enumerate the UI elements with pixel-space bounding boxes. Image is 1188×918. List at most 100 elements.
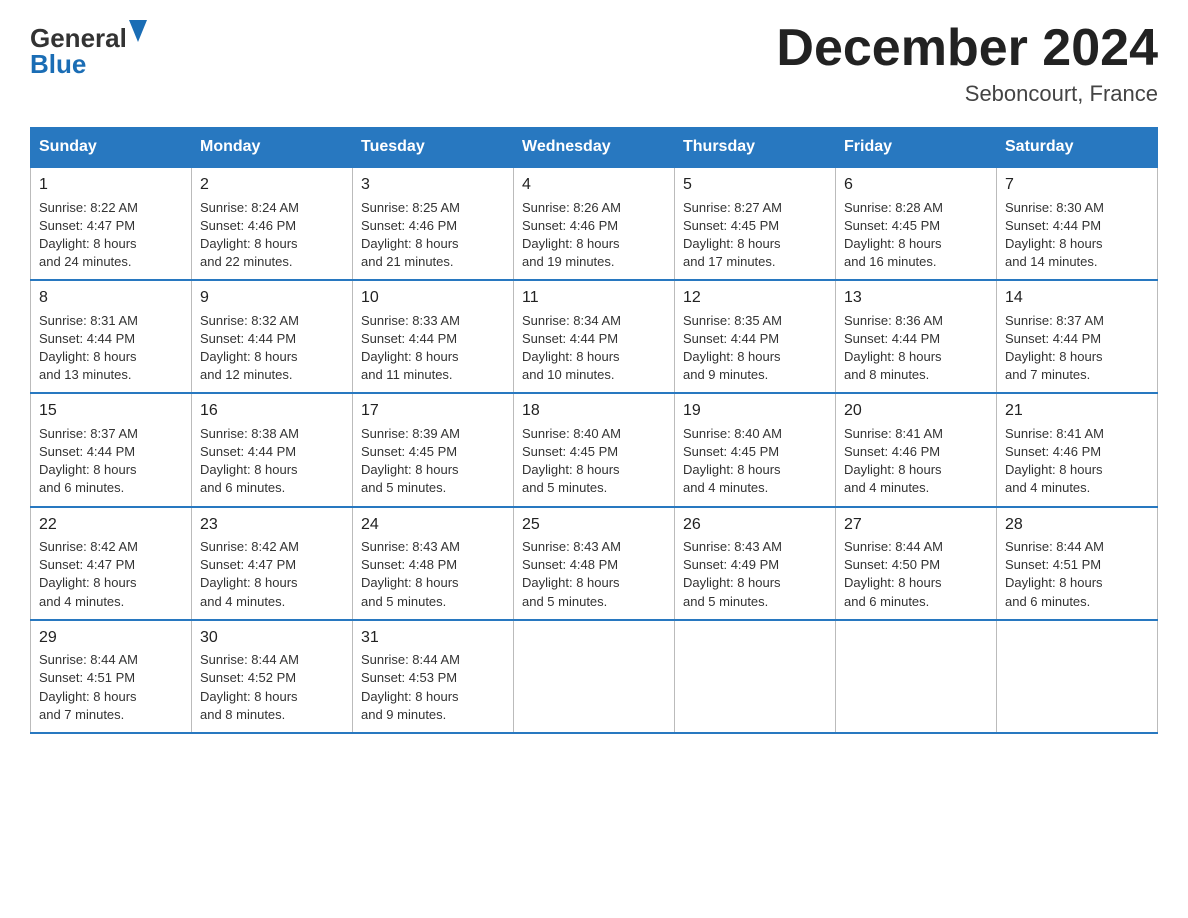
day-number: 3 [361,174,505,196]
table-row: 11 Sunrise: 8:34 AM Sunset: 4:44 PM Dayl… [514,280,675,393]
day-details: Sunrise: 8:37 AM Sunset: 4:44 PM Dayligh… [39,425,183,498]
day-number: 5 [683,174,827,196]
day-details: Sunrise: 8:43 AM Sunset: 4:48 PM Dayligh… [522,538,666,611]
table-row: 16 Sunrise: 8:38 AM Sunset: 4:44 PM Dayl… [192,393,353,506]
day-number: 12 [683,287,827,309]
table-row: 30 Sunrise: 8:44 AM Sunset: 4:52 PM Dayl… [192,620,353,733]
day-details: Sunrise: 8:42 AM Sunset: 4:47 PM Dayligh… [200,538,344,611]
table-row: 31 Sunrise: 8:44 AM Sunset: 4:53 PM Dayl… [353,620,514,733]
table-row [836,620,997,733]
day-details: Sunrise: 8:33 AM Sunset: 4:44 PM Dayligh… [361,312,505,385]
calendar-week-row: 22 Sunrise: 8:42 AM Sunset: 4:47 PM Dayl… [31,507,1158,620]
day-number: 24 [361,514,505,536]
day-details: Sunrise: 8:40 AM Sunset: 4:45 PM Dayligh… [522,425,666,498]
day-number: 21 [1005,400,1149,422]
day-number: 8 [39,287,183,309]
day-details: Sunrise: 8:39 AM Sunset: 4:45 PM Dayligh… [361,425,505,498]
day-details: Sunrise: 8:31 AM Sunset: 4:44 PM Dayligh… [39,312,183,385]
day-details: Sunrise: 8:22 AM Sunset: 4:47 PM Dayligh… [39,199,183,272]
day-number: 19 [683,400,827,422]
table-row: 7 Sunrise: 8:30 AM Sunset: 4:44 PM Dayli… [997,167,1158,280]
table-row: 21 Sunrise: 8:41 AM Sunset: 4:46 PM Dayl… [997,393,1158,506]
day-number: 2 [200,174,344,196]
table-row: 29 Sunrise: 8:44 AM Sunset: 4:51 PM Dayl… [31,620,192,733]
table-row: 6 Sunrise: 8:28 AM Sunset: 4:45 PM Dayli… [836,167,997,280]
col-wednesday: Wednesday [514,128,675,168]
day-number: 29 [39,627,183,649]
day-number: 16 [200,400,344,422]
table-row [514,620,675,733]
day-number: 6 [844,174,988,196]
col-thursday: Thursday [675,128,836,168]
table-row: 15 Sunrise: 8:37 AM Sunset: 4:44 PM Dayl… [31,393,192,506]
col-saturday: Saturday [997,128,1158,168]
day-details: Sunrise: 8:28 AM Sunset: 4:45 PM Dayligh… [844,199,988,272]
day-number: 25 [522,514,666,536]
table-row: 13 Sunrise: 8:36 AM Sunset: 4:44 PM Dayl… [836,280,997,393]
col-friday: Friday [836,128,997,168]
day-details: Sunrise: 8:44 AM Sunset: 4:52 PM Dayligh… [200,651,344,724]
table-row: 1 Sunrise: 8:22 AM Sunset: 4:47 PM Dayli… [31,167,192,280]
day-details: Sunrise: 8:24 AM Sunset: 4:46 PM Dayligh… [200,199,344,272]
day-details: Sunrise: 8:36 AM Sunset: 4:44 PM Dayligh… [844,312,988,385]
day-number: 23 [200,514,344,536]
col-sunday: Sunday [31,128,192,168]
calendar-week-row: 29 Sunrise: 8:44 AM Sunset: 4:51 PM Dayl… [31,620,1158,733]
table-row: 9 Sunrise: 8:32 AM Sunset: 4:44 PM Dayli… [192,280,353,393]
day-details: Sunrise: 8:41 AM Sunset: 4:46 PM Dayligh… [844,425,988,498]
table-row: 23 Sunrise: 8:42 AM Sunset: 4:47 PM Dayl… [192,507,353,620]
day-details: Sunrise: 8:26 AM Sunset: 4:46 PM Dayligh… [522,199,666,272]
day-number: 17 [361,400,505,422]
day-details: Sunrise: 8:43 AM Sunset: 4:48 PM Dayligh… [361,538,505,611]
day-details: Sunrise: 8:44 AM Sunset: 4:53 PM Dayligh… [361,651,505,724]
day-details: Sunrise: 8:25 AM Sunset: 4:46 PM Dayligh… [361,199,505,272]
day-number: 9 [200,287,344,309]
day-number: 27 [844,514,988,536]
day-details: Sunrise: 8:34 AM Sunset: 4:44 PM Dayligh… [522,312,666,385]
day-number: 13 [844,287,988,309]
table-row: 12 Sunrise: 8:35 AM Sunset: 4:44 PM Dayl… [675,280,836,393]
day-number: 11 [522,287,666,309]
table-row: 2 Sunrise: 8:24 AM Sunset: 4:46 PM Dayli… [192,167,353,280]
day-details: Sunrise: 8:42 AM Sunset: 4:47 PM Dayligh… [39,538,183,611]
table-row: 18 Sunrise: 8:40 AM Sunset: 4:45 PM Dayl… [514,393,675,506]
day-details: Sunrise: 8:32 AM Sunset: 4:44 PM Dayligh… [200,312,344,385]
logo-blue: Blue [30,49,86,79]
day-number: 28 [1005,514,1149,536]
day-details: Sunrise: 8:44 AM Sunset: 4:50 PM Dayligh… [844,538,988,611]
table-row: 20 Sunrise: 8:41 AM Sunset: 4:46 PM Dayl… [836,393,997,506]
calendar-week-row: 8 Sunrise: 8:31 AM Sunset: 4:44 PM Dayli… [31,280,1158,393]
table-row: 5 Sunrise: 8:27 AM Sunset: 4:45 PM Dayli… [675,167,836,280]
calendar-week-row: 1 Sunrise: 8:22 AM Sunset: 4:47 PM Dayli… [31,167,1158,280]
calendar-week-row: 15 Sunrise: 8:37 AM Sunset: 4:44 PM Dayl… [31,393,1158,506]
day-number: 4 [522,174,666,196]
day-number: 20 [844,400,988,422]
day-details: Sunrise: 8:35 AM Sunset: 4:44 PM Dayligh… [683,312,827,385]
subtitle: Seboncourt, France [776,81,1158,107]
day-number: 18 [522,400,666,422]
day-number: 10 [361,287,505,309]
day-details: Sunrise: 8:43 AM Sunset: 4:49 PM Dayligh… [683,538,827,611]
table-row: 14 Sunrise: 8:37 AM Sunset: 4:44 PM Dayl… [997,280,1158,393]
table-row: 22 Sunrise: 8:42 AM Sunset: 4:47 PM Dayl… [31,507,192,620]
table-row: 19 Sunrise: 8:40 AM Sunset: 4:45 PM Dayl… [675,393,836,506]
day-number: 22 [39,514,183,536]
table-row: 17 Sunrise: 8:39 AM Sunset: 4:45 PM Dayl… [353,393,514,506]
col-monday: Monday [192,128,353,168]
day-number: 26 [683,514,827,536]
table-row [675,620,836,733]
table-row: 26 Sunrise: 8:43 AM Sunset: 4:49 PM Dayl… [675,507,836,620]
col-tuesday: Tuesday [353,128,514,168]
table-row: 28 Sunrise: 8:44 AM Sunset: 4:51 PM Dayl… [997,507,1158,620]
day-details: Sunrise: 8:41 AM Sunset: 4:46 PM Dayligh… [1005,425,1149,498]
calendar-header-row: Sunday Monday Tuesday Wednesday Thursday… [31,128,1158,168]
day-details: Sunrise: 8:44 AM Sunset: 4:51 PM Dayligh… [1005,538,1149,611]
table-row: 24 Sunrise: 8:43 AM Sunset: 4:48 PM Dayl… [353,507,514,620]
day-number: 1 [39,174,183,196]
table-row: 8 Sunrise: 8:31 AM Sunset: 4:44 PM Dayli… [31,280,192,393]
logo-arrow-icon [129,20,147,42]
day-details: Sunrise: 8:44 AM Sunset: 4:51 PM Dayligh… [39,651,183,724]
day-number: 31 [361,627,505,649]
table-row: 3 Sunrise: 8:25 AM Sunset: 4:46 PM Dayli… [353,167,514,280]
day-number: 14 [1005,287,1149,309]
